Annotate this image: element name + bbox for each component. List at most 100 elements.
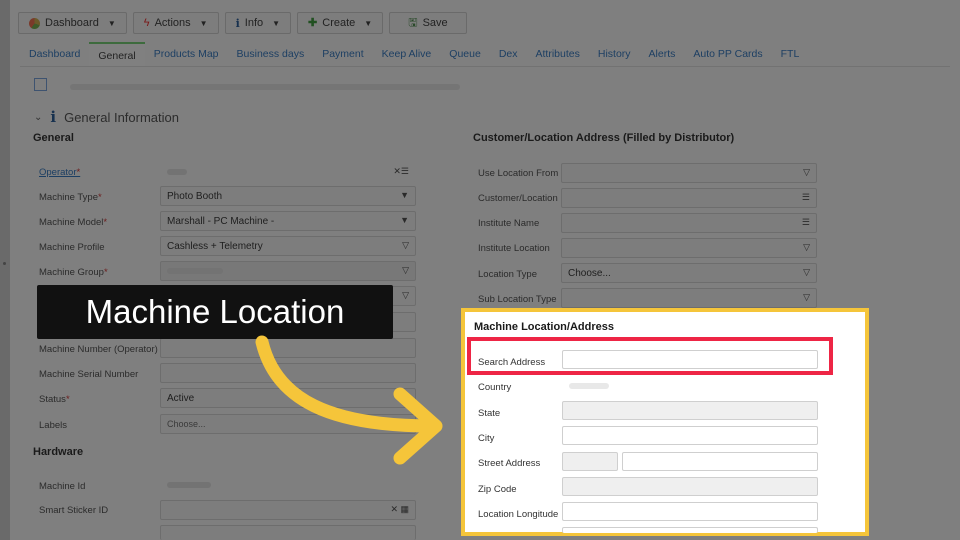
caret-down-icon: ▼	[107, 18, 116, 28]
machine-group-select[interactable]: ▽	[160, 261, 416, 281]
machine-type-label: Machine Type*	[39, 191, 102, 203]
machine-profile-label: Machine Profile	[39, 241, 105, 253]
caret-down-icon: ▽	[803, 267, 810, 277]
film-icon	[34, 78, 47, 91]
info-label: Info	[244, 17, 264, 29]
caret-down-icon: ▽	[803, 292, 810, 302]
tab-dashboard[interactable]: Dashboard	[20, 42, 89, 66]
info-icon: i	[50, 108, 57, 126]
customer-group-title: Customer/Location Address (Filled by Dis…	[473, 132, 735, 144]
dashboard-label: Dashboard	[45, 17, 99, 29]
actions-button[interactable]: ϟ Actions ▼	[132, 12, 219, 34]
operator-label[interactable]: Operator*	[39, 167, 80, 178]
status-value: Active	[167, 392, 195, 404]
tab-products-map[interactable]: Products Map	[145, 42, 228, 66]
section-title: General Information	[64, 109, 179, 125]
caret-down-icon: ▼	[400, 190, 409, 200]
machine-serial-input[interactable]	[160, 363, 416, 383]
location-type-select[interactable]: Choose... ▽	[561, 263, 817, 283]
machine-id-value	[160, 475, 416, 495]
tabs-divider	[20, 66, 950, 67]
machine-number-label: Machine Number (Operator)	[39, 343, 158, 355]
city-input[interactable]	[562, 426, 818, 445]
create-button[interactable]: ✚ Create ▼	[297, 12, 384, 34]
location-longitude-label: Location Longitude	[478, 509, 559, 520]
tab-alerts[interactable]: Alerts	[640, 42, 685, 66]
use-location-from-label: Use Location From	[478, 167, 559, 179]
state-input[interactable]	[562, 401, 818, 420]
section-header[interactable]: ⌄ i General Information	[34, 108, 179, 126]
dashboard-button[interactable]: Dashboard ▼	[18, 12, 127, 34]
zip-code-input[interactable]	[562, 477, 818, 496]
tab-payment[interactable]: Payment	[313, 42, 372, 66]
tab-queue[interactable]: Queue	[440, 42, 490, 66]
chevron-down-icon: ⌄	[34, 111, 43, 123]
save-icon: 🖫	[408, 16, 418, 29]
institute-name-label: Institute Name	[478, 217, 540, 229]
caret-down-icon: ▼	[400, 215, 409, 225]
blurred-value	[167, 268, 223, 274]
tab-auto-pp-cards[interactable]: Auto PP Cards	[684, 42, 771, 66]
tab-history[interactable]: History	[589, 42, 640, 66]
side-panel-handle[interactable]	[0, 0, 10, 540]
use-location-from-select[interactable]: ▽	[561, 163, 817, 183]
tab-dex[interactable]: Dex	[490, 42, 527, 66]
tab-attributes[interactable]: Attributes	[527, 42, 589, 66]
machine-serial-label: Machine Serial Number	[39, 368, 139, 380]
caret-down-icon: ▼	[364, 18, 373, 28]
list-icon[interactable]: ☰	[802, 217, 810, 228]
street-number-input[interactable]	[562, 452, 618, 471]
machine-id-label: Machine Id	[39, 480, 86, 492]
tab-business-days[interactable]: Business days	[228, 42, 314, 66]
customer-location-label: Customer/Location	[478, 192, 558, 204]
street-address-label: Street Address	[478, 458, 541, 469]
labels-input[interactable]: Choose...	[160, 414, 416, 434]
save-button[interactable]: 🖫 Save	[389, 12, 467, 34]
country-select[interactable]	[562, 376, 818, 395]
state-label: State	[478, 408, 501, 419]
sub-location-type-label: Sub Location Type	[478, 293, 557, 305]
tab-ftl[interactable]: FTL	[772, 42, 809, 66]
tab-general[interactable]: General	[89, 42, 145, 66]
location-latitude-input[interactable]	[562, 527, 818, 533]
blurred-value	[167, 482, 211, 488]
next-field[interactable]	[160, 525, 416, 540]
location-type-label: Location Type	[478, 268, 537, 280]
actions-label: Actions	[154, 17, 191, 29]
street-address-input[interactable]	[622, 452, 818, 471]
caret-down-icon: ▽	[803, 242, 810, 252]
machine-profile-select[interactable]: Cashless + Telemetry ▽	[160, 236, 416, 256]
smart-sticker-input[interactable]: ✕ ▦	[160, 500, 416, 520]
blurred-value	[569, 383, 609, 389]
tab-keep-alive[interactable]: Keep Alive	[373, 42, 441, 66]
info-icon: i	[235, 16, 240, 30]
machine-location-callout: Machine Location	[37, 285, 393, 339]
create-label: Create	[322, 17, 356, 29]
caret-down-icon: ▼	[199, 18, 208, 28]
institute-location-select[interactable]: ▽	[561, 238, 817, 258]
machine-number-input[interactable]	[160, 338, 416, 358]
location-longitude-input[interactable]	[562, 502, 818, 521]
operator-field[interactable]: ✕☰	[160, 162, 416, 182]
smart-sticker-label: Smart Sticker ID	[39, 504, 109, 516]
country-label: Country	[478, 382, 512, 393]
caret-down-icon: ▼	[272, 18, 281, 28]
list-icon[interactable]: ☰	[802, 192, 810, 203]
lightning-icon: ϟ	[143, 16, 150, 29]
institute-name-select[interactable]: ☰	[561, 213, 817, 233]
clear-list-icon[interactable]: ✕☰	[393, 166, 409, 177]
customer-location-select[interactable]: ☰	[561, 188, 817, 208]
hardware-group-title: Hardware	[33, 446, 84, 458]
machine-model-select[interactable]: Marshall - PC Machine - ▼	[160, 211, 416, 231]
sub-location-type-select[interactable]: ▽	[561, 288, 817, 308]
search-address-highlight	[467, 337, 833, 375]
clear-qr-icon[interactable]: ✕ ▦	[390, 504, 409, 515]
save-label: Save	[422, 17, 448, 29]
blurred-value	[167, 169, 187, 175]
status-label: Status*	[39, 393, 70, 405]
machine-type-value: Photo Booth	[167, 190, 223, 202]
labels-placeholder: Choose...	[167, 419, 206, 429]
machine-type-select[interactable]: Photo Booth ▼	[160, 186, 416, 206]
status-select[interactable]: Active	[160, 388, 416, 408]
info-button[interactable]: i Info ▼	[224, 12, 292, 34]
